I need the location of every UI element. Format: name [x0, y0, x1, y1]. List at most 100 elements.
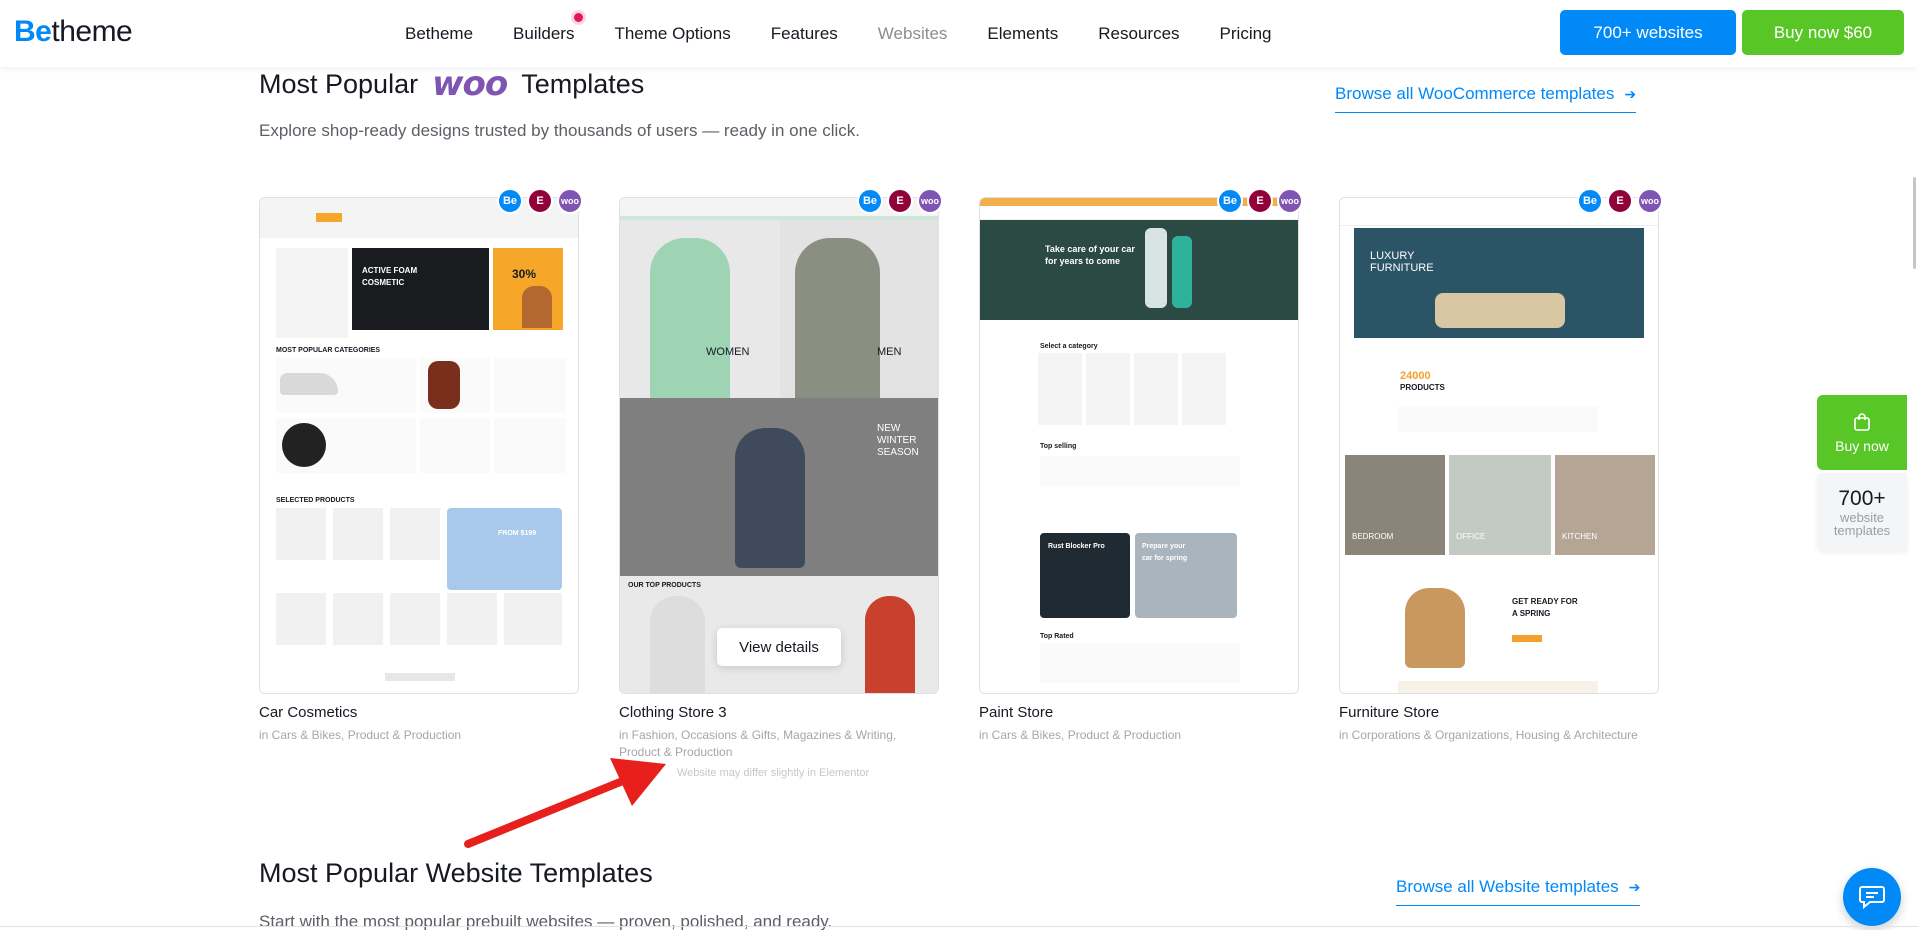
nav-betheme[interactable]: Betheme [405, 24, 473, 44]
logo-be: Be [14, 15, 52, 48]
thumb-spring-text: GET READY FOR A SPRING [1512, 597, 1578, 618]
site-header: Betheme Betheme Builders Theme Options F… [0, 0, 1918, 67]
thumb-product [390, 593, 440, 645]
card-categories: in Corporations & Organizations, Housing… [1339, 728, 1638, 742]
template-card-clothing-store-3[interactable]: WOMEN MEN NEW WINTER SEASON OUR TOP PROD… [619, 197, 939, 761]
card-title[interactable]: Car Cosmetics [259, 704, 579, 721]
template-card-car-cosmetics[interactable]: ACTIVE FOAM COSMETIC 30% MOST POPULAR CA… [259, 197, 579, 744]
nav-features[interactable]: Features [771, 24, 838, 44]
card4-badges: Be E woo [1577, 188, 1663, 214]
card-title[interactable]: Clothing Store 3 [619, 704, 939, 721]
side-count-label: templates [1833, 523, 1891, 538]
thumb-office-label: OFFICE [1456, 532, 1486, 541]
websites-button[interactable]: 700+ websites [1560, 10, 1736, 55]
red-arrow-icon [464, 758, 666, 848]
template-thumbnail[interactable]: WOMEN MEN NEW WINTER SEASON OUR TOP PROD… [619, 197, 939, 694]
thumb-search-btn [316, 213, 342, 222]
scroll-thumb[interactable] [1913, 177, 1916, 269]
arrow-right-icon: ➔ [1628, 879, 1641, 895]
card-title[interactable]: Furniture Store [1339, 704, 1659, 721]
arrow-right-icon: ➔ [1624, 86, 1637, 102]
template-thumbnail[interactable]: ACTIVE FOAM COSMETIC 30% MOST POPULAR CA… [259, 197, 579, 694]
elementor-badge-icon: E [1607, 188, 1633, 214]
browse-websites-link[interactable]: Browse all Website templates ➔ [1396, 877, 1641, 906]
template-thumbnail[interactable]: Take care of your car for years to come … [979, 197, 1299, 694]
buy-now-button[interactable]: Buy now $60 [1742, 10, 1904, 55]
thumb-promo [447, 508, 562, 590]
betheme-logo[interactable]: Betheme [14, 15, 133, 49]
thumb-women-image [650, 238, 730, 398]
thumb-wheel-image [282, 423, 326, 467]
card1-badges: Be E woo [497, 188, 583, 214]
page-scrollbar[interactable] [1910, 67, 1918, 930]
elementor-note: Website may differ slightly in Elementor [677, 767, 870, 779]
side-websites-count[interactable]: 700+ website templates [1817, 473, 1907, 551]
template-card-paint-store[interactable]: Take care of your car for years to come … [979, 197, 1299, 744]
chat-icon [1859, 886, 1885, 910]
browse-woo-label: Browse all WooCommerce templates [1335, 84, 1615, 103]
thumb-category [1086, 353, 1130, 425]
thumb-rust-text: Rust Blocker Pro [1048, 543, 1105, 550]
template-card-furniture-store[interactable]: LUXURY FURNITURE 24000 PRODUCTS BEDROOM … [1339, 197, 1659, 744]
thumb-hero-text: ACTIVE FOAM COSMETIC [362, 266, 418, 287]
thumb-count-text: 24000 [1400, 370, 1431, 382]
thumb-chair [1405, 588, 1465, 668]
thumb-product [276, 508, 326, 560]
elementor-badge-icon: E [527, 188, 553, 214]
thumb-car-image [280, 373, 338, 395]
thumb-cat-5 [420, 418, 490, 473]
main-nav: Betheme Builders Theme Options Features … [405, 0, 1312, 67]
chat-button[interactable] [1843, 868, 1901, 926]
browse-woo-link[interactable]: Browse all WooCommerce templates ➔ [1335, 84, 1637, 113]
elementor-badge-icon: E [1247, 188, 1273, 214]
thumb-cat-title: MOST POPULAR CATEGORIES [276, 347, 381, 354]
card-title[interactable]: Paint Store [979, 704, 1299, 721]
thumb-seat-image [428, 361, 460, 409]
thumb-products-text: PRODUCTS [1400, 383, 1445, 392]
elementor-badge-icon: E [887, 188, 913, 214]
thumb-category [1134, 353, 1178, 425]
thumb-cat-6 [494, 418, 566, 473]
thumb-selected-title: SELECTED PRODUCTS [276, 497, 355, 504]
view-details-button[interactable]: View details [717, 628, 841, 666]
browse-websites-label: Browse all Website templates [1396, 877, 1619, 896]
thumb-hero-text: LUXURY FURNITURE [1370, 250, 1434, 274]
thumb-product [333, 593, 383, 645]
woo-badge-icon: woo [557, 188, 583, 214]
nav-elements[interactable]: Elements [987, 24, 1058, 44]
title-suffix: Templates [521, 68, 645, 99]
nav-websites[interactable]: Websites [878, 24, 948, 44]
thumb-cat-3 [494, 358, 566, 413]
thumb-season-label: NEW WINTER SEASON [877, 423, 919, 458]
thumb-product-image [650, 596, 705, 693]
thumb-sidebar [276, 248, 348, 338]
side-count-number: 700+ [1838, 487, 1886, 510]
card2-badges: Be E woo [857, 188, 943, 214]
thumb-product-image [865, 596, 915, 693]
thumb-promo-text: FROM $199 [498, 530, 537, 537]
thumb-bottle [1172, 236, 1192, 308]
thumb-select-label: Select a category [1040, 343, 1098, 350]
thumb-sofa [1435, 293, 1565, 328]
nav-resources[interactable]: Resources [1098, 24, 1179, 44]
thumb-product [447, 593, 497, 645]
woo-section-title: Most Popular woo Templates [259, 64, 644, 104]
thumb-hero-text: Take care of your car for years to come [1045, 244, 1135, 266]
woo-section-subtitle: Explore shop-ready designs trusted by th… [259, 121, 860, 140]
template-thumbnail[interactable]: LUXURY FURNITURE 24000 PRODUCTS BEDROOM … [1339, 197, 1659, 694]
nav-builders[interactable]: Builders [513, 12, 584, 44]
notification-dot [574, 12, 584, 22]
nav-theme-options[interactable]: Theme Options [614, 24, 730, 44]
thumb-season-image [735, 428, 805, 568]
card-categories: in Cars & Bikes, Product & Production [979, 728, 1182, 742]
betheme-badge-icon: Be [1217, 188, 1243, 214]
nav-pricing[interactable]: Pricing [1220, 24, 1272, 44]
side-buy-now-button[interactable]: Buy now [1817, 395, 1907, 470]
thumb-sale-text: 30% [512, 267, 537, 281]
thumb-product [276, 593, 326, 645]
woo-badge-icon: woo [1277, 188, 1303, 214]
side-buy-label: Buy now [1835, 437, 1889, 454]
thumb-footer-strip [1398, 681, 1598, 693]
thumb-spring-text: Prepare your car for spring [1142, 543, 1188, 562]
thumb-top-label: OUR TOP PRODUCTS [628, 582, 701, 589]
